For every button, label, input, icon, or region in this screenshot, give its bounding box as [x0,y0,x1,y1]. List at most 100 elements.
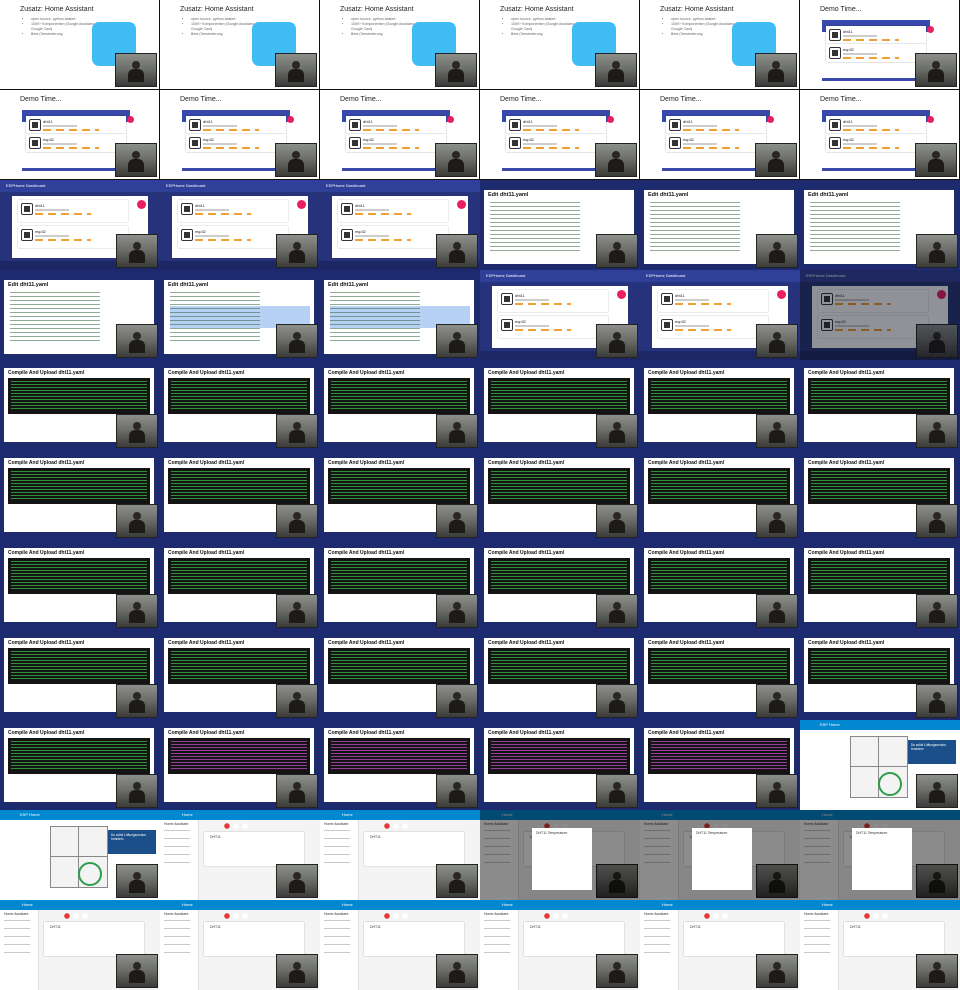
thumbnail-28: Compile And Upload dht11.yaml [480,360,640,450]
compile-title: Compile And Upload dht11.yaml [648,730,725,736]
chip-icon [829,119,841,131]
app-bar: Home [800,900,960,910]
add-node-fab-icon [137,200,146,209]
compile-title: Compile And Upload dht11.yaml [488,730,565,736]
device-card: esp32 [338,226,448,248]
device-card: esp32 [346,134,446,152]
webcam-overlay [756,234,798,268]
sensor-card: DHT11 [204,832,304,866]
device-card: dht11 [186,116,286,134]
device-name: dht11 [515,293,525,298]
page-title: ESP Home [20,812,40,817]
thumbnail-2: Zusatz: Home Assistantopen source, pytho… [160,0,320,90]
add-node-fab-icon [937,290,946,299]
device-actions [843,57,899,59]
sidebar-title: Home Assistant [644,912,669,916]
sidebar-title: Home Assistant [324,912,349,916]
webcam-overlay [116,594,158,628]
webcam-overlay [596,864,638,898]
history-dialog: DHT11 Temperature [692,828,752,890]
webcam-overlay [275,143,317,177]
app-bar: ESPHome Dashboard [480,270,640,282]
device-actions [675,303,731,305]
compile-title: Compile And Upload dht11.yaml [168,460,245,466]
sensor-badges [704,912,728,920]
device-subtitle-line [35,235,69,237]
device-actions [203,147,259,149]
device-card: dht11 [346,116,446,134]
app-bar: Home [480,900,640,910]
thumbnail-16: Edit dht11.yaml [480,180,640,270]
device-subtitle-line [843,143,877,145]
device-card: esp32 [26,134,126,152]
webcam-overlay [596,594,638,628]
thumbnail-47: Compile And Upload dht11.yaml [640,630,800,720]
device-actions [523,129,579,131]
device-actions [363,129,419,131]
footer-bar [662,168,770,171]
compile-title: Compile And Upload dht11.yaml [648,640,725,646]
yaml-code [170,292,260,344]
thumbnail-15: ESPHome Dashboard dht11 esp32 [320,180,480,270]
device-actions [675,329,731,331]
compile-title: Compile And Upload dht11.yaml [8,640,85,646]
webcam-overlay [115,143,157,177]
device-subtitle-line [35,209,69,211]
device-name: dht11 [843,29,853,34]
app-bar: ESPHome Dashboard [640,270,800,282]
device-name: dht11 [355,203,365,208]
device-subtitle-line [363,125,397,127]
chip-icon [509,137,521,149]
webcam-overlay [435,53,477,87]
webcam-overlay [115,53,157,87]
device-subtitle-line [203,125,237,127]
device-actions [355,239,411,241]
add-node-fab-icon [777,290,786,299]
editor-title: Edit dht11.yaml [8,282,49,288]
sidebar-title: Home Assistant [644,822,669,826]
sidebar: Home Assistant [480,820,519,900]
app-bar: Home [800,810,960,820]
thumbnail-49: Compile And Upload dht11.yaml [0,720,160,810]
sensor-badges [384,912,408,920]
slide-title: Demo Time... [20,96,62,103]
chip-icon [661,293,673,305]
device-card: dht11 [658,290,768,312]
device-name: dht11 [203,119,213,124]
device-card: dht11 [338,200,448,222]
chip-icon [29,137,41,149]
thumbnail-53: Compile And Upload dht11.yaml [640,720,800,810]
device-subtitle-line [675,325,709,327]
webcam-overlay [916,234,958,268]
thumbnail-64: Home Home Assistant DHT11 [480,900,640,990]
chip-icon [181,229,193,241]
add-node-fab-icon [447,116,454,123]
sidebar-title: Home Assistant [324,822,349,826]
terminal-output [488,558,630,594]
thumbnail-8: Demo Time... dht11 esp32 [160,90,320,180]
page-title: Home [342,812,353,817]
device-actions [523,147,579,149]
webcam-overlay [275,53,317,87]
device-subtitle-line [835,325,869,327]
editor-title: Edit dht11.yaml [168,282,209,288]
thumbnail-39: Compile And Upload dht11.yaml [320,540,480,630]
terminal-output [168,378,310,414]
thumbnail-30: Compile And Upload dht11.yaml [800,360,960,450]
device-name: dht11 [363,119,373,124]
app-bar: Home [160,810,320,820]
terminal-output [488,468,630,504]
compile-title: Compile And Upload dht11.yaml [168,640,245,646]
thumbnail-33: Compile And Upload dht11.yaml [320,450,480,540]
webcam-overlay [116,234,158,268]
thumbnail-27: Compile And Upload dht11.yaml [320,360,480,450]
webcam-overlay [116,684,158,718]
device-card: esp32 [498,316,608,338]
compile-title: Compile And Upload dht11.yaml [488,370,565,376]
compile-title: Compile And Upload dht11.yaml [8,460,85,466]
compile-title: Compile And Upload dht11.yaml [8,730,85,736]
slide-title: Demo Time... [660,96,702,103]
sidebar-title: Home Assistant [804,912,829,916]
device-subtitle-line [355,209,389,211]
page-title: Home [822,902,833,907]
